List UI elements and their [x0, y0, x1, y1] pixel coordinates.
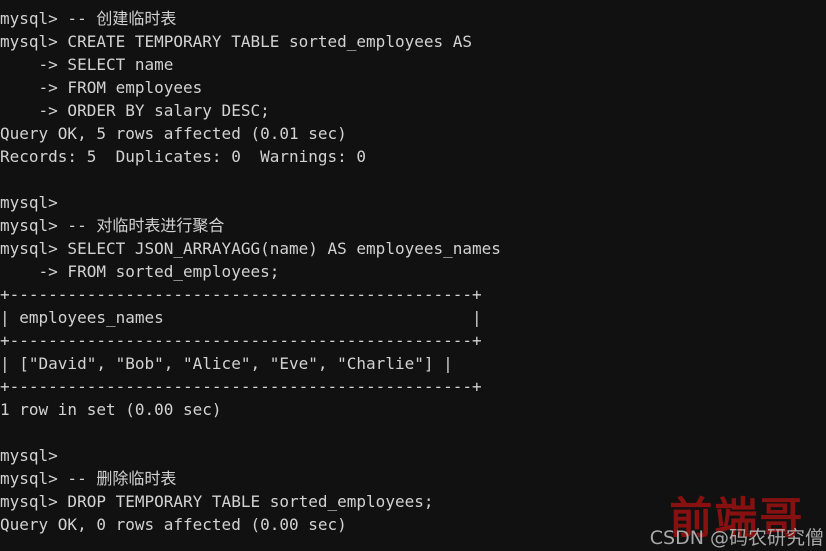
terminal-line: mysql>	[0, 446, 58, 465]
terminal-line: mysql>	[0, 193, 58, 212]
terminal-line: -> SELECT name	[0, 55, 174, 74]
terminal-line: mysql> SELECT JSON_ARRAYAGG(name) AS emp…	[0, 239, 501, 258]
terminal-output[interactable]: mysql> -- 创建临时表 mysql> CREATE TEMPORARY T…	[0, 7, 501, 536]
terminal-line: | ["David", "Bob", "Alice", "Eve", "Char…	[0, 354, 453, 373]
terminal-window[interactable]: mysql> -- 创建临时表 mysql> CREATE TEMPORARY T…	[0, 0, 826, 551]
terminal-line: mysql> -- 删除临时表	[0, 469, 177, 488]
watermark-sub-text: CSDN @码农研究僧	[649, 527, 824, 549]
terminal-line: Records: 5 Duplicates: 0 Warnings: 0	[0, 147, 367, 166]
terminal-line: +---------------------------------------…	[0, 285, 482, 304]
watermark-main-text: 前端哥	[669, 494, 805, 544]
terminal-line: +---------------------------------------…	[0, 377, 482, 396]
terminal-line: | employees_names |	[0, 308, 482, 327]
terminal-line: 1 row in set (0.00 sec)	[0, 400, 222, 419]
terminal-line: -> FROM employees	[0, 78, 203, 97]
terminal-line: mysql> -- 对临时表进行聚合	[0, 216, 225, 235]
terminal-line: Query OK, 0 rows affected (0.00 sec)	[0, 515, 347, 534]
terminal-line: Query OK, 5 rows affected (0.01 sec)	[0, 124, 347, 143]
terminal-line: mysql> DROP TEMPORARY TABLE sorted_emplo…	[0, 492, 434, 511]
terminal-line: mysql> -- 创建临时表	[0, 9, 177, 28]
terminal-line: mysql> CREATE TEMPORARY TABLE sorted_emp…	[0, 32, 473, 51]
watermark: 前端哥 CSDN @码农研究僧	[650, 497, 824, 549]
terminal-line: -> FROM sorted_employees;	[0, 262, 280, 281]
terminal-line: +---------------------------------------…	[0, 331, 482, 350]
terminal-line: -> ORDER BY salary DESC;	[0, 101, 270, 120]
